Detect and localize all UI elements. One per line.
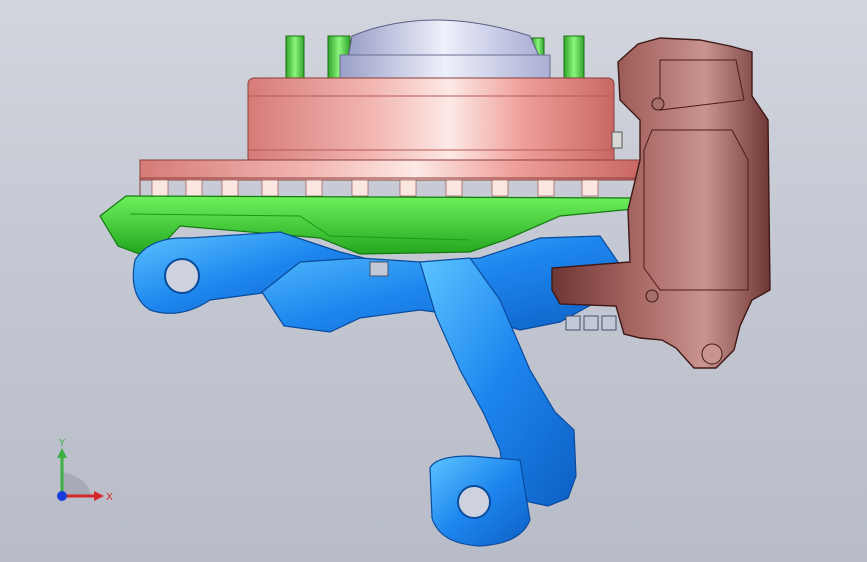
coordinate-triad: Y X: [57, 438, 113, 503]
y-axis-label: Y: [58, 438, 66, 449]
cad-viewport[interactable]: Y X: [0, 0, 867, 562]
hub-cap-ring[interactable]: [339, 54, 551, 80]
xy-plane-indicator: [62, 472, 92, 496]
x-axis-arrow-icon: [94, 491, 104, 501]
x-axis-label: X: [106, 492, 113, 503]
assembly-model[interactable]: [0, 0, 867, 562]
brake-disc[interactable]: [139, 77, 641, 199]
steering-knuckle[interactable]: [132, 231, 619, 547]
z-axis-icon: [57, 491, 67, 501]
hub-dome[interactable]: [347, 19, 541, 59]
y-axis-arrow-icon: [57, 448, 67, 458]
caliper-bolt[interactable]: [611, 131, 623, 149]
